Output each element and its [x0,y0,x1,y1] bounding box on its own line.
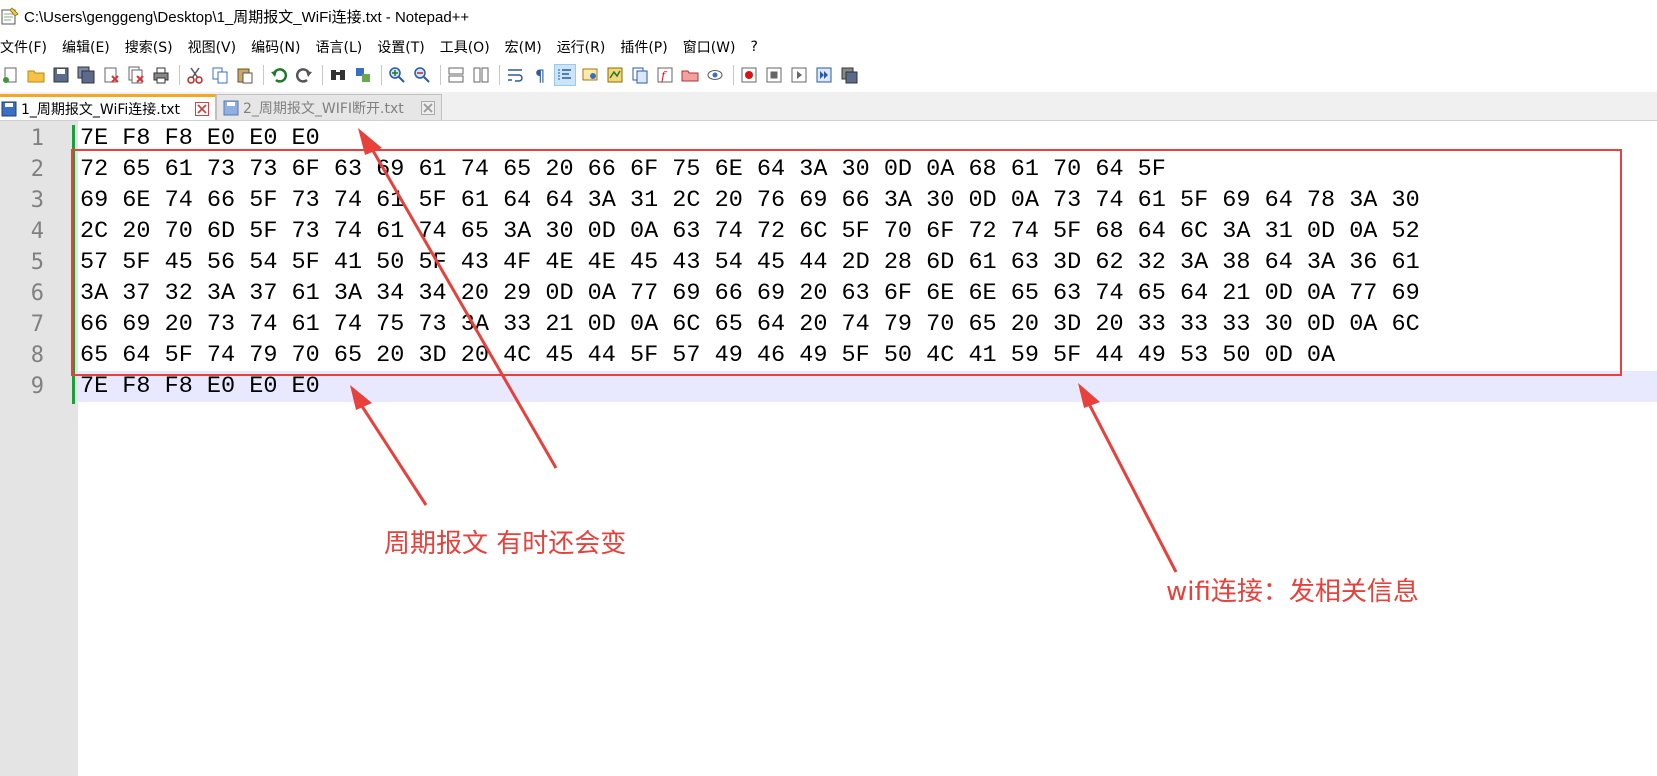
annotation-arrow [366,141,558,469]
arrowhead [1078,383,1100,408]
arrowhead [350,385,372,410]
annotation-wifi-connect: wifi连接：发相关信息 [1166,577,1419,607]
annotation-arrows [350,128,1178,573]
arrowhead [358,128,382,155]
annotation-periodic-message: 周期报文 有时还会变 [384,529,627,559]
annotation-arrow [356,399,428,506]
annotation-arrow [1084,397,1178,573]
